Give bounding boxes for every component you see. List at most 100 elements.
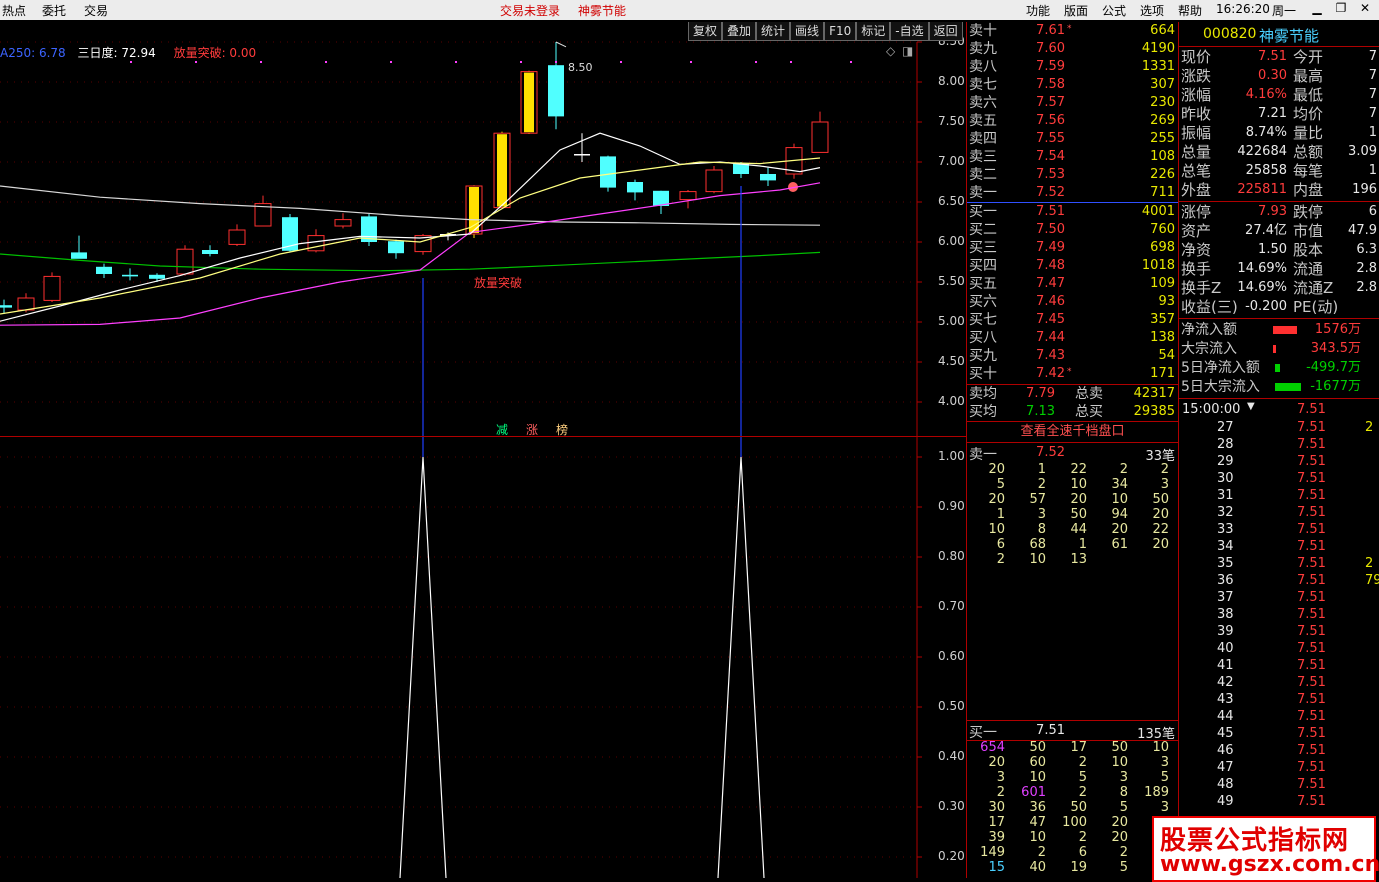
flow-row: 5日净流入额 -499.7万	[1179, 359, 1379, 377]
bid-price: 7.48	[1036, 258, 1065, 273]
flow-row: 净流入额 1576万	[1179, 321, 1379, 339]
quote-value-2: 7	[1368, 87, 1377, 102]
buyq-cell: 654	[980, 740, 1005, 755]
tick-volume: 2	[1365, 420, 1374, 435]
ask-volume: 1331	[1141, 59, 1175, 74]
deep-book-button[interactable]: 查看全速千档盘口	[967, 422, 1178, 442]
buyq-cell: 17	[988, 815, 1005, 830]
avg-price: 7.79	[1026, 386, 1055, 401]
fund-row: 净资 1.50 股本 6.3	[1179, 241, 1379, 259]
fund-label-2: 股本	[1293, 241, 1324, 259]
buy1-queue-header: 买一 7.51 135笔	[967, 721, 1178, 742]
top-marker	[755, 61, 757, 63]
ask-row: 卖七 7.58 307	[967, 76, 1178, 94]
bid-price: 7.43	[1036, 348, 1065, 363]
menu-trade[interactable]: 交易	[84, 2, 108, 19]
flow-label: 大宗流入	[1181, 341, 1237, 357]
ask-price: 7.61	[1036, 23, 1065, 38]
close-icon[interactable]: ✕	[1358, 1, 1372, 15]
quote-value-2: 7	[1368, 49, 1377, 64]
buyq-cell: 2	[996, 785, 1005, 800]
tick-price: 7.51	[1297, 607, 1326, 622]
tick-row: 27 7.51 2	[1179, 419, 1379, 437]
buy1-price: 7.51	[1036, 723, 1065, 738]
panel-toggle-icon[interactable]: ◨	[902, 44, 913, 58]
tick-price: 7.51	[1297, 709, 1326, 724]
menu-layout[interactable]: 版面	[1064, 2, 1088, 19]
sellq-cell: 44	[1070, 522, 1087, 537]
diamond-icon[interactable]: ◇	[886, 44, 895, 58]
bid-volume: 138	[1150, 330, 1175, 345]
bid-row: 买三 7.49 698	[967, 239, 1178, 257]
flow-label: 5日净流入额	[1181, 360, 1260, 376]
buyq-cell: 20	[988, 755, 1005, 770]
sellq-cell: 22	[1070, 462, 1087, 477]
toolbar-watchlist[interactable]: -自选	[890, 22, 929, 41]
ask-label: 卖六	[969, 95, 997, 111]
quote-value: 7.51	[1258, 49, 1287, 64]
bid-price: 7.44	[1036, 330, 1065, 345]
quote-value: 422684	[1237, 144, 1287, 159]
menu-orders[interactable]: 委托	[42, 2, 66, 19]
fund-label-2: 流通Z	[1293, 279, 1334, 297]
quote-label-2: 今开	[1293, 48, 1324, 66]
ask-volume: 307	[1150, 77, 1175, 92]
tick-volume: 2	[1365, 556, 1374, 571]
toolbar-back[interactable]: 返回	[928, 22, 963, 41]
toolbar-mark[interactable]: 标记	[856, 22, 891, 41]
tick-time: 15:00:00	[1182, 402, 1241, 417]
restore-icon[interactable]: ❐	[1334, 1, 1348, 15]
tick-minute: 45	[1217, 726, 1234, 741]
bid-label: 买七	[969, 312, 997, 328]
tick-price: 7.51	[1297, 505, 1326, 520]
buyq-cell: 60	[1029, 755, 1046, 770]
sellq-cell: 2	[1119, 462, 1128, 477]
tick-minute: 34	[1217, 539, 1234, 554]
candle-body-down	[388, 241, 404, 254]
kline-chart[interactable]	[0, 22, 968, 878]
tick-price: 7.51	[1297, 556, 1326, 571]
minimize-icon[interactable]: ▁	[1310, 1, 1324, 15]
tick-row: 49 7.51	[1179, 793, 1379, 811]
toolbar-f10[interactable]: F10	[824, 22, 857, 41]
candle-body-down	[0, 305, 12, 308]
quote-value: 25858	[1245, 163, 1287, 178]
toolbar-restore-rights[interactable]: 复权	[688, 22, 723, 41]
sellq-cell: 20	[988, 492, 1005, 507]
menu-help[interactable]: 帮助	[1178, 2, 1202, 19]
stock-name: 神雾节能	[1259, 27, 1320, 45]
menu-function[interactable]: 功能	[1026, 2, 1050, 19]
buyq-cell: 601	[1021, 785, 1046, 800]
toolbar-stats[interactable]: 统计	[756, 22, 791, 41]
quote-row: 总量 422684 总额 3.09	[1179, 143, 1379, 161]
flow-value: -499.7万	[1306, 360, 1361, 375]
tick-sort-icon[interactable]: ▼	[1247, 401, 1255, 412]
bid-volume: 4001	[1141, 204, 1175, 219]
quote-label: 振幅	[1181, 124, 1212, 142]
clock: 16:26:20	[1216, 2, 1270, 16]
price-tick: 4.50	[938, 354, 965, 368]
menu-hot[interactable]: 热点	[2, 2, 26, 19]
menu-options[interactable]: 选项	[1140, 2, 1164, 19]
quote-label-2: 总额	[1293, 143, 1324, 161]
tick-minute: 44	[1217, 709, 1234, 724]
tick-row: 32 7.51	[1179, 504, 1379, 522]
menu-formula[interactable]: 公式	[1102, 2, 1126, 19]
bid-label: 买五	[969, 276, 997, 292]
fund-label: 涨停	[1181, 203, 1212, 221]
ask-volume: 664	[1150, 23, 1175, 38]
toolbar-overlay[interactable]: 叠加	[722, 22, 757, 41]
tick-row: 44 7.51	[1179, 708, 1379, 726]
avg-label: 卖均	[969, 386, 997, 402]
lower-tick: 1.00	[938, 449, 965, 463]
fund-label-2: 跌停	[1293, 203, 1324, 221]
tick-price: 7.51	[1297, 488, 1326, 503]
bid-price: 7.42	[1036, 366, 1065, 381]
bid-label: 买四	[969, 258, 997, 274]
indicator-bar: A250: 6.78 三日度: 72.94 放量突破: 0.00	[0, 44, 256, 61]
buyq-cell: 2	[1078, 830, 1087, 845]
quote-row: 涨跌 0.30 最高 7	[1179, 67, 1379, 85]
buyq-cell: 20	[1111, 830, 1128, 845]
bid-label: 买六	[969, 294, 997, 310]
toolbar-draw[interactable]: 画线	[790, 22, 825, 41]
